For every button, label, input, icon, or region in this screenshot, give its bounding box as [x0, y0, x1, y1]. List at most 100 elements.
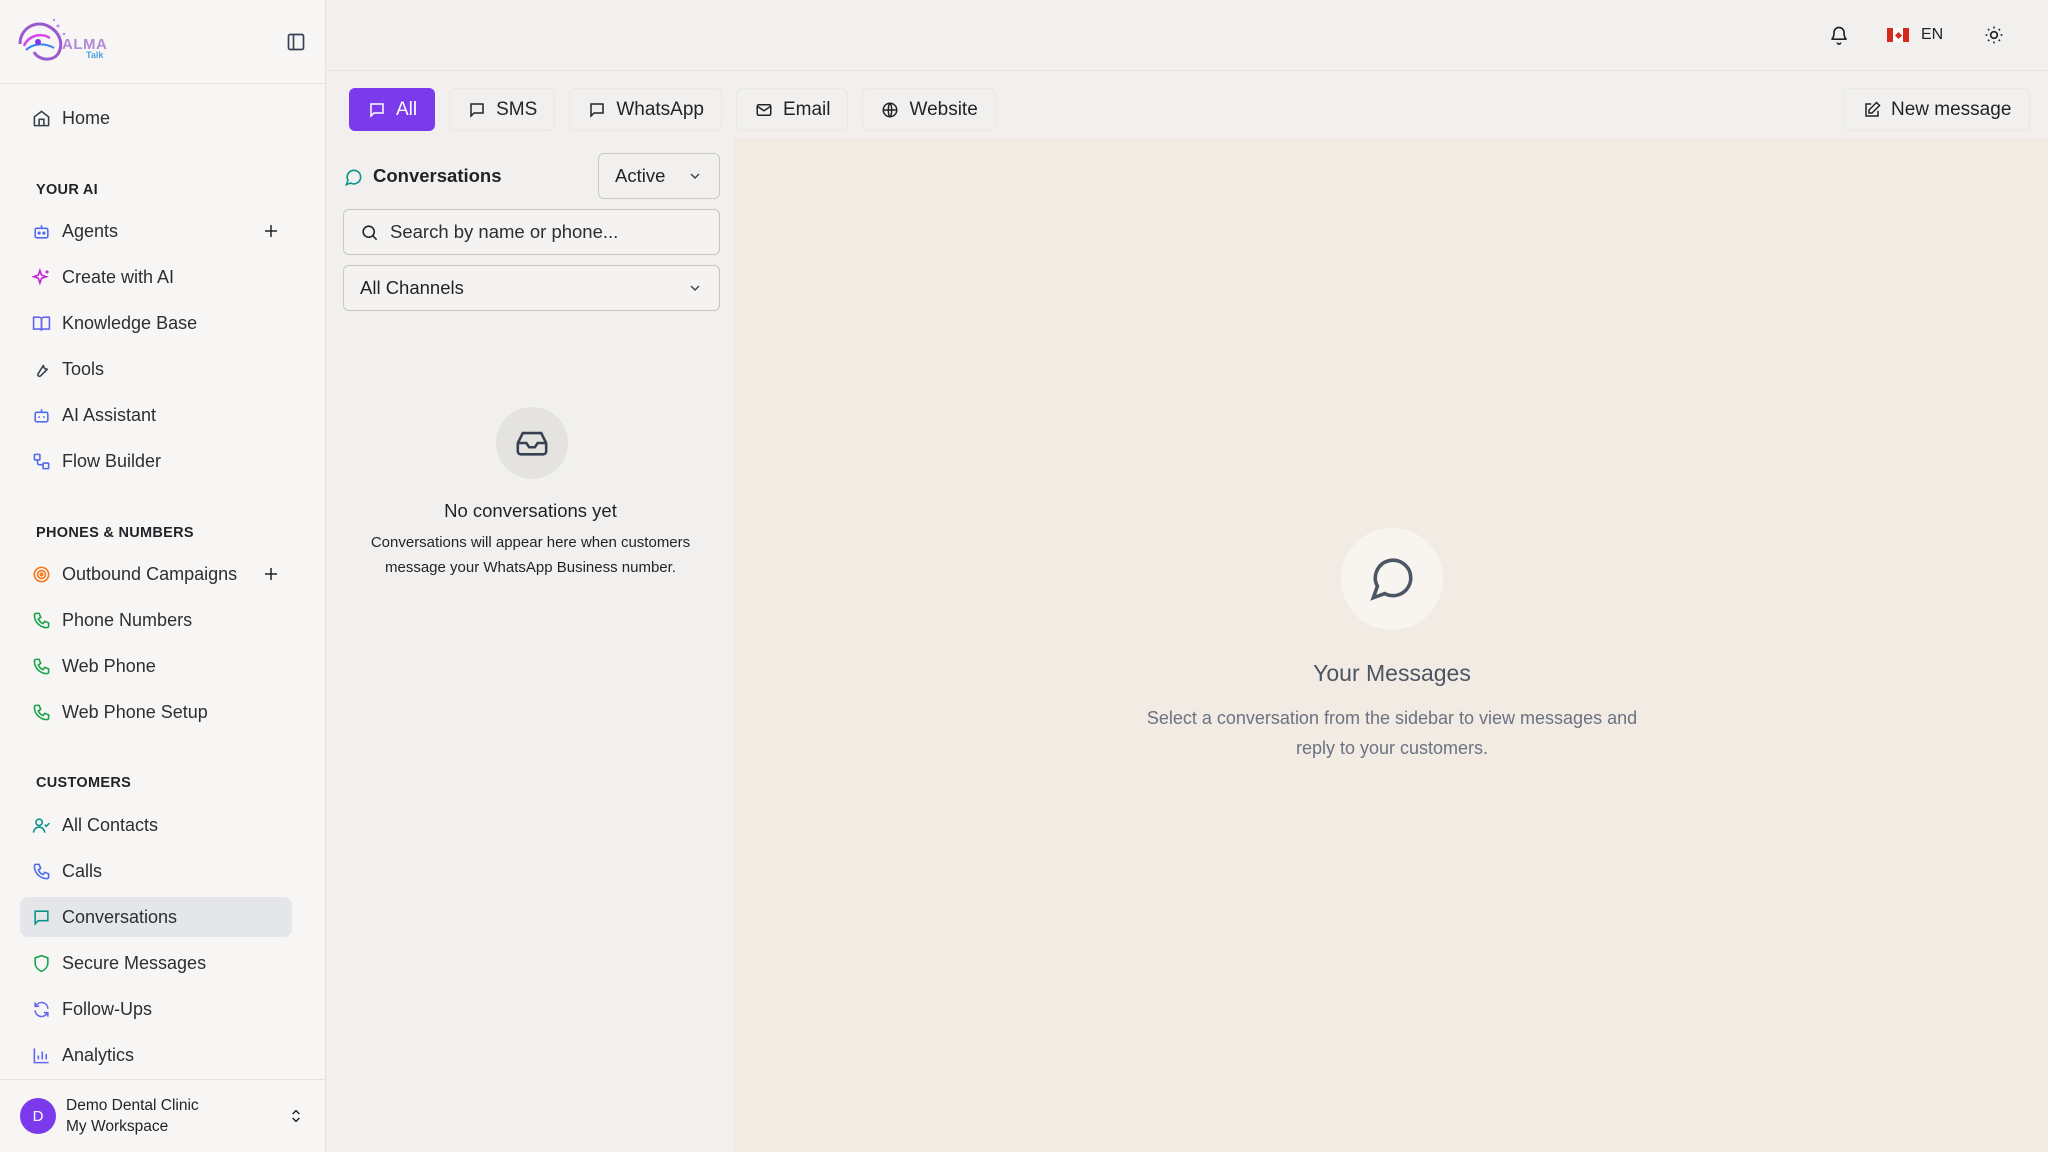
search-field[interactable]	[343, 209, 720, 255]
sidebar-item-ai-assistant[interactable]: AI Assistant	[20, 395, 292, 435]
sidebar-item-outbound-campaigns[interactable]: Outbound Campaigns	[20, 554, 292, 594]
top-bar: EN	[327, 0, 2048, 71]
sidebar-item-web-phone[interactable]: Web Phone	[20, 646, 292, 686]
sidebar-item-flow-builder[interactable]: Flow Builder	[20, 441, 292, 481]
canada-flag-icon	[1887, 28, 1909, 42]
message-circle-icon	[342, 166, 364, 188]
sidebar-item-phone-numbers[interactable]: Phone Numbers	[20, 600, 292, 640]
conversations-title: Conversations	[373, 165, 502, 186]
sidebar: ALMA Talk Home YOUR AI Agents Create wit…	[0, 0, 326, 1152]
message-square-icon	[587, 100, 607, 120]
message-square-icon	[467, 100, 487, 120]
workflow-icon	[30, 450, 52, 472]
section-title-your-ai: YOUR AI	[36, 182, 98, 198]
messages-placeholder-title: Your Messages	[1313, 660, 1471, 686]
message-area: Your Messages Select a conversation from…	[734, 138, 2048, 1152]
sidebar-item-label: Follow-Ups	[62, 998, 153, 1019]
logo[interactable]: ALMA Talk	[14, 14, 124, 68]
sidebar-item-conversations[interactable]: Conversations	[20, 897, 292, 937]
messages-placeholder-icon	[1341, 528, 1443, 630]
sidebar-item-web-phone-setup[interactable]: Web Phone Setup	[20, 692, 292, 732]
inbox-icon	[516, 431, 548, 456]
wrench-icon	[30, 358, 52, 380]
sidebar-item-label: Web Phone	[62, 655, 156, 676]
sidebar-item-agents[interactable]: Agents	[20, 211, 292, 251]
language-selector[interactable]: EN	[1887, 22, 1943, 48]
sidebar-item-follow-ups[interactable]: Follow-Ups	[20, 989, 292, 1029]
status-filter-value: Active	[615, 165, 666, 186]
new-message-button[interactable]: New message	[1843, 88, 2031, 131]
refresh-icon	[30, 998, 52, 1020]
sidebar-item-secure-messages[interactable]: Secure Messages	[20, 943, 292, 983]
target-icon	[30, 563, 52, 585]
sidebar-toggle-button[interactable]	[282, 28, 310, 56]
book-icon	[30, 312, 52, 334]
message-square-icon	[30, 906, 52, 928]
message-square-icon	[367, 100, 387, 120]
messages-placeholder-description: Select a conversation from the sidebar t…	[1146, 708, 1638, 758]
plus-icon	[265, 568, 277, 580]
bar-chart-icon	[30, 1044, 52, 1066]
tab-website[interactable]: Website	[862, 88, 996, 131]
sidebar-item-label: Web Phone Setup	[62, 701, 208, 722]
add-agent-button[interactable]	[259, 219, 283, 243]
sidebar-item-label: Secure Messages	[62, 952, 207, 973]
mail-icon	[754, 100, 774, 120]
brand-sub: Talk	[86, 50, 104, 60]
sun-icon	[1985, 26, 2003, 44]
sidebar-item-label: Analytics	[62, 1044, 135, 1065]
channel-filter-value: All Channels	[360, 277, 464, 298]
sidebar-item-label: Flow Builder	[62, 450, 162, 471]
sidebar-item-create-with-ai[interactable]: Create with AI	[20, 257, 292, 297]
sidebar-item-label: Tools	[62, 358, 105, 379]
language-code: EN	[1921, 26, 1944, 43]
status-filter-select[interactable]: Active	[598, 153, 720, 199]
sidebar-item-home[interactable]: Home	[20, 98, 292, 138]
notifications-button[interactable]	[1826, 22, 1852, 48]
section-title-customers: CUSTOMERS	[36, 775, 132, 791]
empty-state-icon	[496, 407, 568, 479]
sidebar-item-calls[interactable]: Calls	[20, 851, 292, 891]
new-message-label: New message	[1891, 98, 2012, 120]
tab-sms[interactable]: SMS	[449, 88, 556, 131]
search-input[interactable]	[390, 221, 710, 243]
workspace-switch-button[interactable]	[284, 1104, 308, 1128]
tab-label: SMS	[496, 98, 538, 120]
tab-whatsapp[interactable]: WhatsApp	[569, 88, 722, 131]
message-circle-icon	[1370, 558, 1413, 601]
sidebar-item-label: Knowledge Base	[62, 312, 198, 333]
avatar: D	[20, 1098, 56, 1134]
workspace-name: My Workspace	[66, 1118, 169, 1135]
search-icon	[358, 221, 380, 243]
sidebar-item-tools[interactable]: Tools	[20, 349, 292, 389]
sidebar-item-label: AI Assistant	[62, 404, 157, 425]
empty-state-description: Conversations will appear here when cust…	[370, 534, 691, 576]
robot-icon	[30, 220, 52, 242]
sidebar-item-label: Agents	[62, 220, 119, 241]
chevrons-up-down-icon	[292, 1109, 300, 1123]
globe-icon	[880, 100, 900, 120]
bell-icon	[1831, 26, 1847, 45]
sidebar-item-knowledge-base[interactable]: Knowledge Base	[20, 303, 292, 343]
tab-all[interactable]: All	[349, 88, 436, 131]
chevron-down-icon	[690, 173, 700, 179]
sidebar-item-label: Phone Numbers	[62, 609, 193, 630]
channel-tabs: All SMS WhatsApp Email Website	[349, 88, 1010, 131]
bot-icon	[30, 404, 52, 426]
add-campaign-button[interactable]	[259, 562, 283, 586]
sidebar-item-all-contacts[interactable]: All Contacts	[20, 805, 292, 845]
sidebar-item-label: Conversations	[62, 906, 178, 927]
phone-icon	[30, 655, 52, 677]
sidebar-item-label: Home	[62, 107, 111, 128]
panel-left-icon	[287, 33, 305, 51]
tab-label: All	[396, 98, 418, 120]
channel-filter-select[interactable]: All Channels	[343, 265, 720, 311]
tab-label: Email	[782, 98, 831, 120]
workspace-switcher[interactable]: D Demo Dental Clinic My Workspace	[0, 1079, 326, 1152]
tab-label: WhatsApp	[616, 98, 704, 120]
sidebar-item-analytics[interactable]: Analytics	[20, 1035, 292, 1075]
tab-email[interactable]: Email	[735, 88, 849, 131]
theme-toggle-button[interactable]	[1981, 22, 2007, 48]
shield-icon	[30, 952, 52, 974]
empty-state-title: No conversations yet	[444, 500, 617, 521]
